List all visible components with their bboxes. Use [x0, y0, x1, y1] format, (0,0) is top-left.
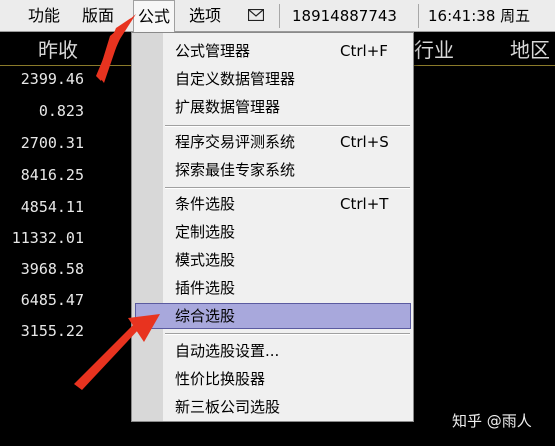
watermark: 知乎 @雨人: [452, 412, 532, 430]
red-arrow-icon: [74, 314, 160, 390]
red-arrow-icon: [96, 14, 136, 83]
annotation-arrows: [74, 14, 160, 390]
